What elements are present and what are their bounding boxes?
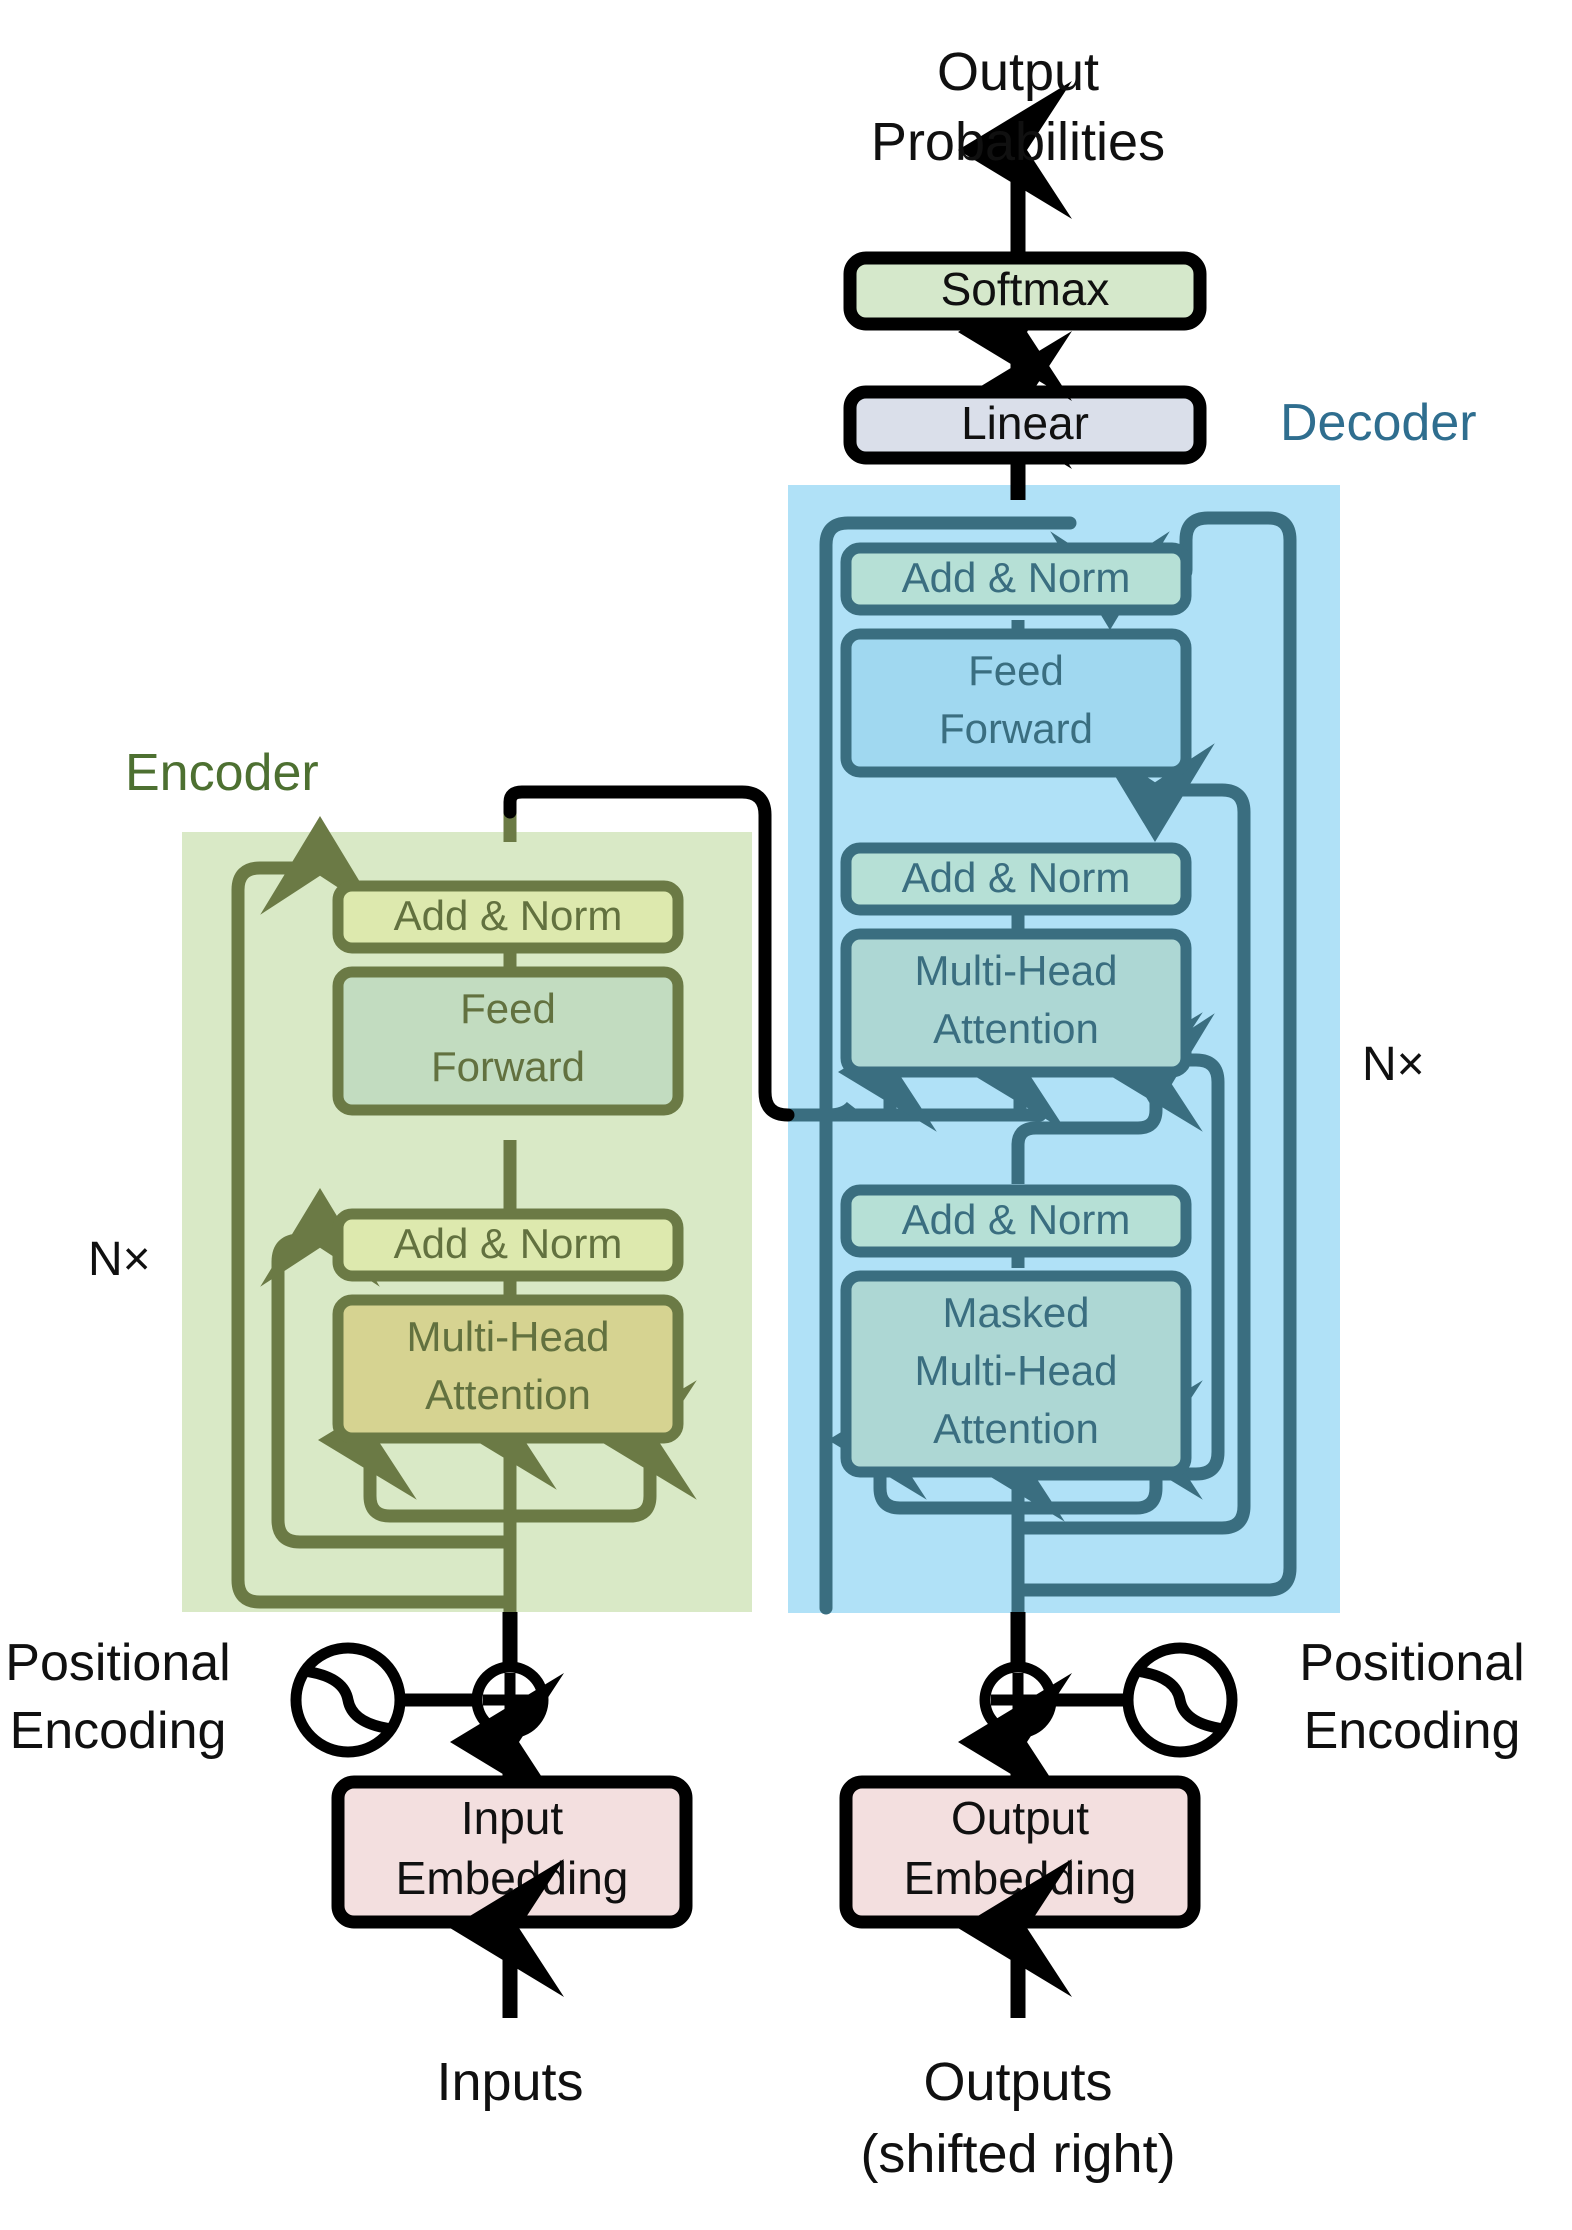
encoder-feed-forward-line1: Feed (460, 985, 556, 1032)
right-add-symbol (979, 1661, 1057, 1739)
encoder-add-norm-bottom-label: Add & Norm (394, 1220, 623, 1267)
input-embedding-line1: Input (461, 1792, 564, 1844)
decoder-masked-attention[interactable]: Masked Multi-Head Attention (840, 1270, 1192, 1478)
decoder-feed-forward-line2: Forward (939, 705, 1093, 752)
right-positional-encoding-icon (1122, 1642, 1238, 1758)
decoder-add-norm-bottom-label: Add & Norm (902, 1196, 1131, 1243)
decoder-cross-attention[interactable]: Multi-Head Attention (840, 928, 1192, 1078)
decoder-cross-attention-line2: Attention (933, 1005, 1099, 1052)
linear-label: Linear (961, 397, 1089, 449)
output-probabilities-line1: Output (937, 42, 1099, 102)
encoder-add-norm-top-label: Add & Norm (394, 892, 623, 939)
left-add-symbol (471, 1661, 549, 1739)
left-positional-encoding-line1: Positional (5, 1634, 230, 1692)
left-positional-encoding-icon (290, 1642, 406, 1758)
decoder-cross-attention-line1: Multi-Head (914, 947, 1117, 994)
right-positional-encoding-line1: Positional (1299, 1634, 1524, 1692)
decoder-feed-forward-line1: Feed (968, 647, 1064, 694)
decoder-masked-attention-line2: Multi-Head (914, 1347, 1117, 1394)
encoder-attention-line1: Multi-Head (406, 1313, 609, 1360)
output-embedding-line1: Output (951, 1792, 1089, 1844)
softmax-label: Softmax (941, 263, 1110, 315)
output-embedding-box[interactable]: Output Embedding (839, 1775, 1201, 1929)
left-positional-encoding-line2: Encoding (10, 1702, 227, 1760)
transformer-architecture-diagram: Add & Norm Feed Forward Add & Norm Multi… (0, 0, 1572, 2230)
encoder-multi-head-attention[interactable]: Multi-Head Attention (332, 1294, 684, 1444)
output-probabilities-line2: Probabilities (871, 112, 1165, 172)
decoder-masked-attention-line3: Attention (933, 1405, 1099, 1452)
decoder-repeat-label: N× (1362, 1038, 1425, 1091)
decoder-add-norm-top-label: Add & Norm (902, 554, 1131, 601)
encoder-attention-line2: Attention (425, 1371, 591, 1418)
linear-box[interactable]: Linear (843, 385, 1207, 465)
softmax-box[interactable]: Softmax (843, 251, 1207, 331)
decoder-label: Decoder (1280, 394, 1477, 452)
decoder-masked-attention-line1: Masked (942, 1289, 1089, 1336)
encoder-label: Encoder (125, 744, 319, 802)
decoder-add-norm-mid[interactable]: Add & Norm (840, 842, 1192, 916)
decoder-feed-forward[interactable]: Feed Forward (840, 628, 1192, 778)
inputs-label: Inputs (436, 2052, 583, 2112)
output-embedding-line2: Embedding (904, 1852, 1137, 1904)
input-embedding-box[interactable]: Input Embedding (331, 1775, 693, 1929)
encoder-add-norm-bottom[interactable]: Add & Norm (332, 1208, 684, 1282)
decoder-add-norm-top[interactable]: Add & Norm (840, 542, 1192, 616)
architecture-svg: Add & Norm Feed Forward Add & Norm Multi… (5, 42, 1524, 2184)
outputs-label-line1: Outputs (923, 2052, 1112, 2112)
encoder-repeat-label: N× (88, 1233, 151, 1286)
input-embedding-line2: Embedding (396, 1852, 629, 1904)
encoder-feed-forward-line2: Forward (431, 1043, 585, 1090)
decoder-add-norm-mid-label: Add & Norm (902, 854, 1131, 901)
encoder-add-norm-top[interactable]: Add & Norm (332, 880, 684, 954)
encoder-feed-forward[interactable]: Feed Forward (332, 966, 684, 1116)
decoder-add-norm-bottom[interactable]: Add & Norm (840, 1184, 1192, 1258)
right-positional-encoding-line2: Encoding (1304, 1702, 1521, 1760)
outputs-label-line2: (shifted right) (860, 2124, 1175, 2184)
